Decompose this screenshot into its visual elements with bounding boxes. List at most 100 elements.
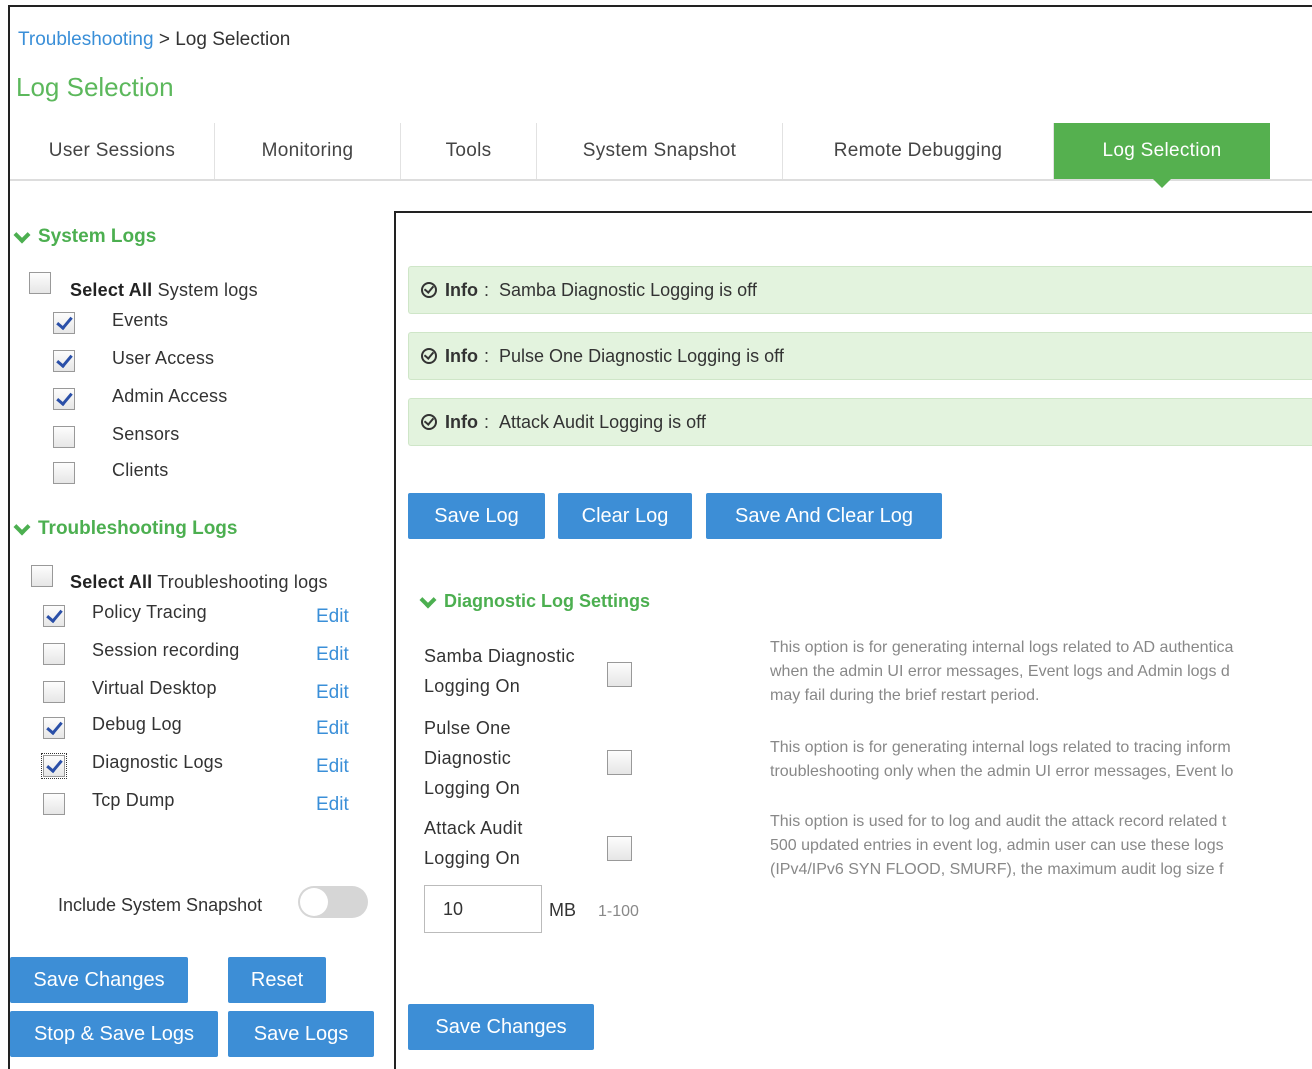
sensors-checkbox[interactable] xyxy=(53,426,75,448)
include-system-snapshot-label: Include System Snapshot xyxy=(58,895,263,915)
tcp-dump-label: Tcp Dump xyxy=(92,790,175,810)
virtual-desktop-edit-link[interactable]: Edit xyxy=(316,682,349,704)
chevron-down-icon xyxy=(420,595,434,609)
pulse-one-diagnostic-description: This option is for generating internal l… xyxy=(770,736,1312,784)
desc-line: 500 updated entries in event log, admin … xyxy=(770,837,1224,854)
audit-log-size-input[interactable]: 10 xyxy=(424,885,542,933)
tab-user-sessions[interactable]: User Sessions xyxy=(10,123,215,179)
info-message-pulse-one: Info : Pulse One Diagnostic Logging is o… xyxy=(408,332,1312,380)
events-checkbox[interactable] xyxy=(53,312,75,334)
policy-tracing-label: Policy Tracing xyxy=(92,602,207,622)
user-access-checkbox[interactable] xyxy=(53,350,75,372)
tab-log-selection[interactable]: Log Selection xyxy=(1054,123,1270,188)
desc-line: (IPv4/IPv6 SYN FLOOD, SMURF), the maximu… xyxy=(770,861,1224,878)
info-tag: Info xyxy=(445,411,478,432)
check-circle-icon xyxy=(421,348,437,364)
chevron-down-icon xyxy=(14,230,28,244)
system-logs-header[interactable]: System Logs xyxy=(14,226,156,248)
pulse-label-line-1: Pulse One xyxy=(424,718,511,738)
admin-access-checkbox[interactable] xyxy=(53,388,75,410)
select-all-troubleshooting-logs-checkbox[interactable] xyxy=(31,565,53,587)
diagnostic-logs-checkbox[interactable] xyxy=(41,753,67,779)
desc-line: This option is for generating internal l… xyxy=(770,739,1231,756)
samba-diagnostic-description: This option is for generating internal l… xyxy=(770,636,1312,708)
breadcrumb-troubleshooting-link[interactable]: Troubleshooting xyxy=(18,29,154,50)
pulse-one-diagnostic-label: Pulse One Diagnostic Logging On xyxy=(424,713,520,803)
select-all-bold: Select All xyxy=(70,280,153,300)
breadcrumb-separator: > xyxy=(153,29,176,50)
info-separator: : xyxy=(484,279,490,300)
info-text: Attack Audit Logging is off xyxy=(499,411,706,432)
diagnostic-log-settings-heading: Diagnostic Log Settings xyxy=(444,591,651,611)
samba-diagnostic-checkbox[interactable] xyxy=(607,662,632,687)
tcp-dump-edit-link[interactable]: Edit xyxy=(316,794,349,816)
samba-diagnostic-label: Samba Diagnostic Logging On xyxy=(424,641,575,701)
desc-line: This option is used for to log and audit… xyxy=(770,813,1227,830)
clear-log-button[interactable]: Clear Log xyxy=(558,493,692,539)
audit-log-size-range: 1-100 xyxy=(598,903,639,920)
info-separator: : xyxy=(484,345,490,366)
select-all-system-logs-checkbox[interactable] xyxy=(29,272,51,294)
select-all-troubleshooting-logs-label: Select All Troubleshooting logs xyxy=(70,572,328,593)
info-text: Pulse One Diagnostic Logging is off xyxy=(499,345,784,366)
info-tag: Info xyxy=(445,279,478,300)
attack-audit-label: Attack Audit Logging On xyxy=(424,813,523,873)
policy-tracing-checkbox[interactable] xyxy=(43,605,65,627)
stop-and-save-logs-button[interactable]: Stop & Save Logs xyxy=(10,1011,218,1057)
diagnostic-logs-label: Diagnostic Logs xyxy=(92,752,224,772)
audit-log-size-unit: MB xyxy=(549,900,576,920)
system-logs-heading: System Logs xyxy=(38,226,157,247)
info-separator: : xyxy=(484,411,490,432)
info-tag: Info xyxy=(445,345,478,366)
clients-checkbox[interactable] xyxy=(53,462,75,484)
debug-log-edit-link[interactable]: Edit xyxy=(316,718,349,740)
save-changes-button[interactable]: Save Changes xyxy=(10,957,188,1003)
diagnostic-logs-edit-link[interactable]: Edit xyxy=(316,756,349,778)
breadcrumb-current: Log Selection xyxy=(175,29,291,50)
save-logs-button[interactable]: Save Logs xyxy=(228,1011,374,1057)
panel-save-changes-button[interactable]: Save Changes xyxy=(408,1004,594,1050)
pulse-one-diagnostic-checkbox[interactable] xyxy=(607,750,632,775)
virtual-desktop-checkbox[interactable] xyxy=(43,681,65,703)
attack-audit-description: This option is used for to log and audit… xyxy=(770,810,1312,882)
tab-bar: User Sessions Monitoring Tools System Sn… xyxy=(10,123,1312,188)
tab-remote-debugging[interactable]: Remote Debugging xyxy=(783,123,1054,179)
desc-line: when the admin UI error messages, Event … xyxy=(770,663,1230,680)
diagnostic-log-settings-header[interactable]: Diagnostic Log Settings xyxy=(420,591,650,612)
tab-system-snapshot[interactable]: System Snapshot xyxy=(537,123,783,179)
tab-monitoring[interactable]: Monitoring xyxy=(215,123,401,179)
attack-audit-checkbox[interactable] xyxy=(607,836,632,861)
select-all-rest: System logs xyxy=(152,280,258,300)
user-access-label: User Access xyxy=(112,348,215,368)
debug-log-checkbox[interactable] xyxy=(43,717,65,739)
tab-tools[interactable]: Tools xyxy=(401,123,537,179)
save-log-button[interactable]: Save Log xyxy=(408,493,545,539)
desc-line: troubleshooting only when the admin UI e… xyxy=(770,763,1234,780)
pulse-label-line-3: Logging On xyxy=(424,778,521,798)
save-and-clear-log-button[interactable]: Save And Clear Log xyxy=(706,493,942,539)
desc-line: may fail during the brief restart period… xyxy=(770,687,1040,704)
breadcrumb: Troubleshooting > Log Selection xyxy=(18,29,290,51)
troubleshooting-logs-header[interactable]: Troubleshooting Logs xyxy=(14,518,237,540)
debug-log-label: Debug Log xyxy=(92,714,182,734)
troubleshooting-logs-heading: Troubleshooting Logs xyxy=(38,518,238,539)
include-system-snapshot-toggle[interactable] xyxy=(298,886,368,918)
attack-label-line-2: Logging On xyxy=(424,848,521,868)
check-circle-icon xyxy=(421,282,437,298)
clients-label: Clients xyxy=(112,460,169,480)
samba-label-line-1: Samba Diagnostic xyxy=(424,646,575,666)
check-circle-icon xyxy=(421,414,437,430)
virtual-desktop-label: Virtual Desktop xyxy=(92,678,217,698)
reset-button[interactable]: Reset xyxy=(228,957,326,1003)
chevron-down-icon xyxy=(14,522,28,536)
session-recording-edit-link[interactable]: Edit xyxy=(316,644,349,666)
policy-tracing-edit-link[interactable]: Edit xyxy=(316,606,349,628)
info-message-attack-audit: Info : Attack Audit Logging is off xyxy=(408,398,1312,446)
session-recording-checkbox[interactable] xyxy=(43,643,65,665)
events-label: Events xyxy=(112,310,169,330)
info-message-samba: Info : Samba Diagnostic Logging is off xyxy=(408,266,1312,314)
tcp-dump-checkbox[interactable] xyxy=(43,793,65,815)
select-all-system-logs-label: Select All System logs xyxy=(70,280,258,301)
page-title: Log Selection xyxy=(16,72,174,102)
sensors-label: Sensors xyxy=(112,424,180,444)
